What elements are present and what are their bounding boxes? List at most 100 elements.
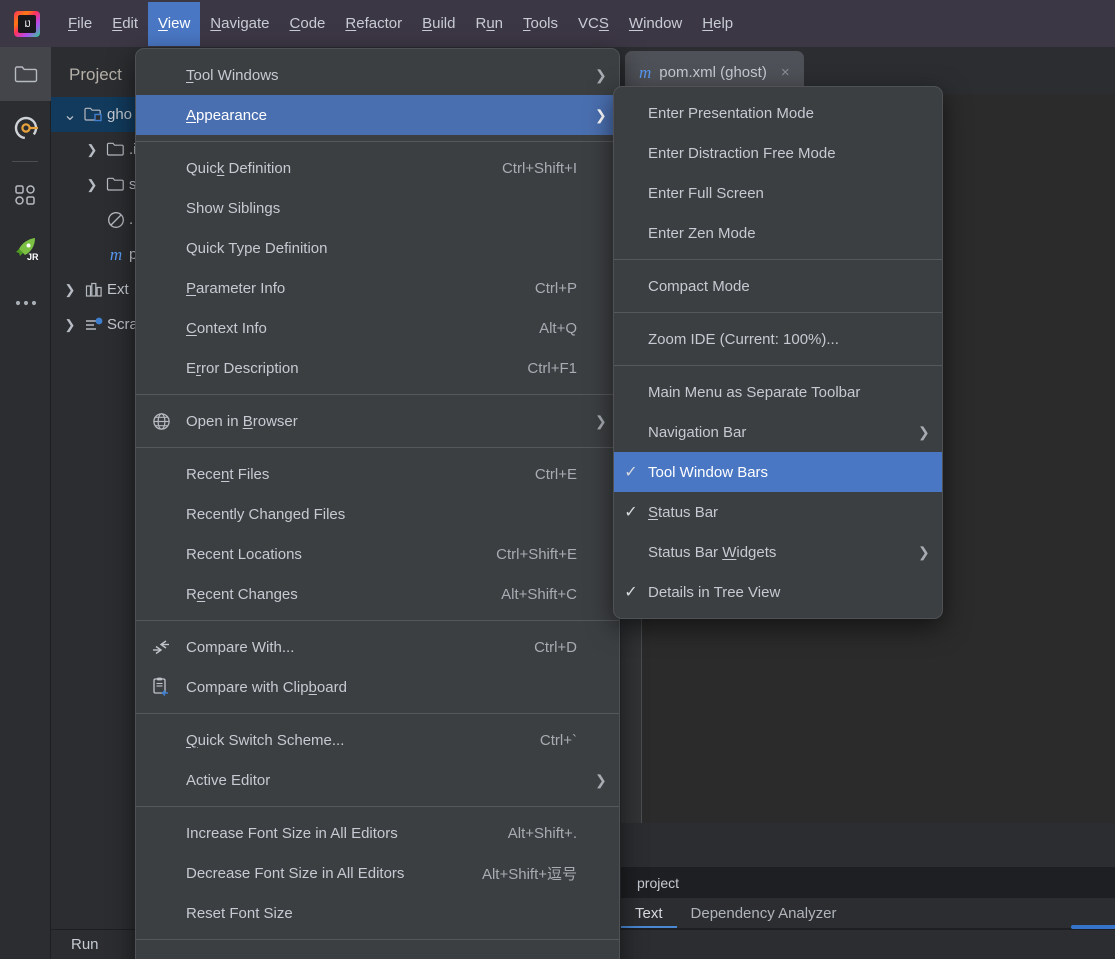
- menu-item-label: Reset Font Size: [186, 904, 293, 922]
- menubar-item-navigate[interactable]: Navigate: [200, 2, 279, 46]
- menu-item-compact-mode[interactable]: Compact Mode: [614, 266, 942, 306]
- menu-item-recently-changed-files[interactable]: Recently Changed Files: [136, 494, 619, 534]
- breadcrumb: project: [621, 867, 1115, 898]
- menu-item-recent-locations[interactable]: Recent Locations Ctrl+Shift+E: [136, 534, 619, 574]
- menu-item-parameter-info[interactable]: Parameter Info Ctrl+P: [136, 268, 619, 308]
- menu-item-label: Compact Mode: [648, 277, 750, 295]
- menu-separator: [614, 312, 942, 313]
- menu-item-label: Recently Changed Files: [186, 505, 346, 523]
- menu-item-label: Details in Tree View: [648, 583, 781, 601]
- tool-window-bar-left: JR: [0, 47, 51, 959]
- logo-text: IJ: [18, 14, 36, 33]
- menu-separator: [136, 939, 619, 940]
- menu-item-shortcut: Alt+Shift+.: [507, 824, 577, 842]
- menubar-item-code[interactable]: Code: [280, 2, 336, 46]
- sidebar-item-junie[interactable]: JR: [0, 222, 51, 276]
- menu-item-context-info[interactable]: Context Info Alt+Q: [136, 308, 619, 348]
- menu-item-recent-files[interactable]: Recent Files Ctrl+E: [136, 454, 619, 494]
- appearance-submenu-popup[interactable]: Enter Presentation Mode Enter Distraction…: [613, 86, 943, 619]
- menu-item-navigation-bar[interactable]: Navigation Bar ❯: [614, 412, 942, 452]
- menu-separator: [136, 141, 619, 142]
- menu-item-active-editor[interactable]: Active Editor ❯: [136, 760, 619, 800]
- menu-item-details-in-tree-view[interactable]: ✓ Details in Tree View: [614, 572, 942, 612]
- menu-item-label: Compare with Clipboard: [186, 678, 347, 696]
- menu-separator: [136, 713, 619, 714]
- menu-item-tool-windows[interactable]: Tool Windows ❯: [136, 55, 619, 95]
- menu-item-label: Recent Locations: [186, 545, 302, 563]
- maven-m-icon: m: [109, 244, 123, 264]
- menu-item-bidi-text-base-direction[interactable]: Bidi Text Base Direction❯: [136, 946, 619, 959]
- menu-item-label: Enter Presentation Mode: [648, 104, 814, 122]
- menu-item-enter-presentation-mode[interactable]: Enter Presentation Mode: [614, 93, 942, 133]
- chevron-right-icon[interactable]: ❯: [81, 142, 103, 158]
- menu-item-appearance[interactable]: Appearance ❯: [136, 95, 619, 135]
- menu-item-label: Parameter Info: [186, 279, 286, 297]
- menu-item-label: Tool Windows: [186, 66, 279, 84]
- menu-item-increase-font-size-in-all-editors[interactable]: Increase Font Size in All Editors Alt+Shi…: [136, 813, 619, 853]
- menu-item-status-bar[interactable]: ✓ Status Bar: [614, 492, 942, 532]
- globe-icon: [152, 412, 170, 430]
- tree-node-label: Ext: [107, 281, 129, 298]
- scratches-icon: [81, 316, 107, 334]
- menu-item-label: Tool Window Bars: [648, 463, 769, 481]
- menubar-item-tools[interactable]: Tools: [513, 2, 568, 46]
- menu-item-zoom-ide-current-100[interactable]: Zoom IDE (Current: 100%)...: [614, 319, 942, 359]
- globe-icon: [136, 412, 186, 431]
- menu-item-recent-changes[interactable]: Recent Changes Alt+Shift+C: [136, 574, 619, 614]
- view-menu-popup[interactable]: Tool Windows ❯ Appearance ❯ Quick Definition…: [135, 48, 620, 959]
- menubar-item-vcs[interactable]: VCS: [568, 2, 619, 46]
- chevron-right-icon[interactable]: ❯: [59, 317, 81, 333]
- menubar-item-view[interactable]: View: [148, 1, 201, 46]
- menubar-item-file[interactable]: File: [58, 2, 102, 46]
- page-title: Project: [69, 65, 122, 84]
- sidebar-item-project[interactable]: [0, 47, 51, 101]
- folder-icon: [106, 177, 124, 191]
- menu-item-enter-distraction-free-mode[interactable]: Enter Distraction Free Mode: [614, 133, 942, 173]
- menu-item-enter-full-screen[interactable]: Enter Full Screen: [614, 173, 942, 213]
- chevron-right-icon[interactable]: ❯: [81, 177, 103, 193]
- folder-icon: [14, 66, 37, 83]
- menu-item-label: Quick Definition: [186, 159, 292, 177]
- menubar-item-window[interactable]: Window: [619, 2, 692, 46]
- menu-item-error-description[interactable]: Error Description Ctrl+F1: [136, 348, 619, 388]
- sidebar-item-more[interactable]: [0, 276, 51, 330]
- menu-item-compare-with[interactable]: Compare With... Ctrl+D: [136, 627, 619, 667]
- main-menu-bar: IJ File Edit View Navigate Code Refactor Build…: [0, 0, 1115, 47]
- chevron-right-icon: ❯: [595, 106, 607, 123]
- menu-item-label: Enter Full Screen: [648, 184, 764, 202]
- menu-item-reset-font-size[interactable]: Reset Font Size: [136, 893, 619, 933]
- menu-item-quick-switch-scheme[interactable]: Quick Switch Scheme... Ctrl+`: [136, 720, 619, 760]
- menu-item-label: Recent Files: [186, 465, 270, 483]
- module-folder-icon: [84, 107, 102, 122]
- menubar-item-refactor[interactable]: Refactor: [335, 2, 412, 46]
- menu-item-main-menu-as-separate-toolbar[interactable]: Main Menu as Separate Toolbar: [614, 372, 942, 412]
- chevron-right-icon[interactable]: ❯: [59, 282, 81, 298]
- menubar-item-build[interactable]: Build: [412, 2, 465, 46]
- chevron-down-icon[interactable]: ⌄: [59, 105, 81, 125]
- menu-item-compare-with-clipboard[interactable]: Compare with Clipboard: [136, 667, 619, 707]
- compare-clipboard-icon: [136, 676, 186, 698]
- menu-item-quick-type-definition[interactable]: Quick Type Definition: [136, 228, 619, 268]
- menu-item-label: Error Description: [186, 359, 299, 377]
- menubar-item-run[interactable]: Run: [465, 2, 513, 46]
- menu-item-label: Show Siblings: [186, 199, 281, 217]
- sidebar-item-structure[interactable]: [0, 168, 51, 222]
- sidebar-item-commit[interactable]: [0, 101, 51, 155]
- menu-item-status-bar-widgets[interactable]: Status Bar Widgets ❯: [614, 532, 942, 572]
- menubar-item-edit[interactable]: Edit: [102, 2, 148, 46]
- menu-item-label: Increase Font Size in All Editors: [186, 824, 398, 842]
- menu-item-tool-window-bars[interactable]: ✓ Tool Window Bars: [614, 452, 942, 492]
- menu-item-show-siblings[interactable]: Show Siblings: [136, 188, 619, 228]
- menu-item-quick-definition[interactable]: Quick Definition Ctrl+Shift+I: [136, 148, 619, 188]
- menu-item-shortcut: Alt+Shift+C: [501, 585, 577, 603]
- menubar-item-help[interactable]: Help: [692, 2, 743, 46]
- toolbar-divider: [12, 161, 38, 162]
- menu-item-enter-zen-mode[interactable]: Enter Zen Mode: [614, 213, 942, 253]
- menu-item-label: Open in Browser: [186, 412, 298, 430]
- menu-item-decrease-font-size-in-all-editors[interactable]: Decrease Font Size in All Editors Alt+Shi…: [136, 853, 619, 893]
- menu-item-open-in-browser[interactable]: Open in Browser ❯: [136, 401, 619, 441]
- chevron-right-icon: ❯: [595, 412, 607, 429]
- menu-item-label: Quick Type Definition: [186, 239, 328, 257]
- menu-item-shortcut: Ctrl+Shift+I: [501, 159, 577, 177]
- close-icon[interactable]: ×: [781, 64, 790, 81]
